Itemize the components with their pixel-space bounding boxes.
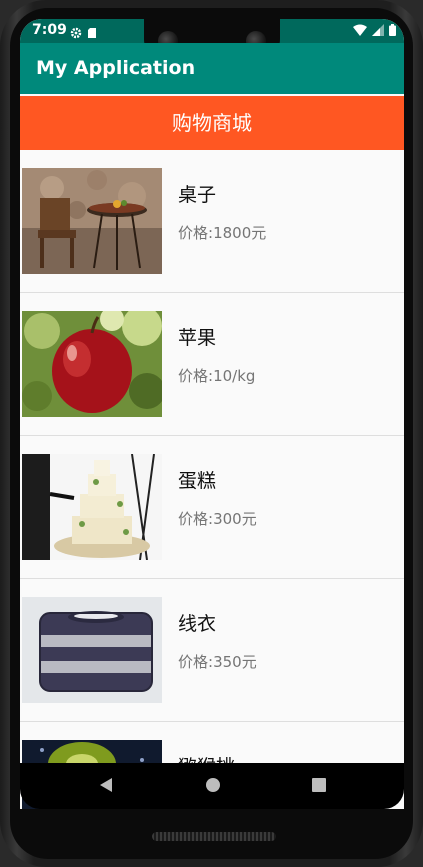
battery-icon	[389, 24, 396, 36]
recents-icon[interactable]	[311, 776, 327, 798]
product-price-row: 价格:300元	[178, 508, 257, 529]
red-apple-photo	[22, 311, 162, 417]
back-icon[interactable]	[98, 776, 114, 798]
price-label: 价格:	[178, 653, 214, 671]
navigation-bar	[20, 763, 404, 809]
price-label: 价格:	[178, 510, 214, 528]
product-name: 蛋糕	[178, 470, 217, 492]
price-value: 350元	[213, 653, 257, 671]
table-and-chair-photo	[22, 168, 162, 274]
status-right-icons	[353, 24, 396, 36]
wifi-icon	[353, 24, 367, 36]
price-value: 10/kg	[213, 367, 256, 385]
product-name: 苹果	[178, 327, 217, 349]
shop-header: 购物商城	[20, 96, 404, 150]
price-value: 300元	[213, 510, 257, 528]
product-list-item[interactable]: 蛋糕 价格:300元	[20, 436, 404, 579]
app-bar: My Application	[20, 43, 404, 94]
settings-icon	[70, 27, 96, 39]
price-value: 1800元	[213, 224, 267, 242]
product-name: 线衣	[178, 613, 217, 635]
signal-icon	[372, 24, 384, 36]
wedding-cake-photo	[22, 454, 162, 560]
product-list-item[interactable]: 线衣 价格:350元	[20, 579, 404, 722]
product-list-item[interactable]: 苹果 价格:10/kg	[20, 293, 404, 436]
product-price-row: 价格:350元	[178, 651, 257, 672]
device-screen: 7:09 My Application 购物商城 桌子 价格:1800元 苹果 …	[20, 19, 404, 809]
folded-sweater-photo	[22, 597, 162, 703]
product-list[interactable]: 桌子 价格:1800元 苹果 价格:10/kg 蛋糕 价格:300元 线衣 价格…	[20, 150, 404, 809]
price-label: 价格:	[178, 224, 214, 242]
status-time: 7:09	[32, 22, 67, 38]
status-left-icons	[70, 24, 100, 43]
product-list-item[interactable]: 桌子 价格:1800元	[20, 150, 404, 293]
app-title: My Application	[36, 57, 196, 79]
product-price-row: 价格:1800元	[178, 222, 266, 243]
sd-card-icon	[88, 28, 96, 38]
price-label: 价格:	[178, 367, 214, 385]
home-icon[interactable]	[204, 776, 222, 798]
product-price-row: 价格:10/kg	[178, 365, 255, 386]
product-name: 桌子	[178, 184, 217, 206]
bottom-speaker-grille	[152, 832, 276, 841]
